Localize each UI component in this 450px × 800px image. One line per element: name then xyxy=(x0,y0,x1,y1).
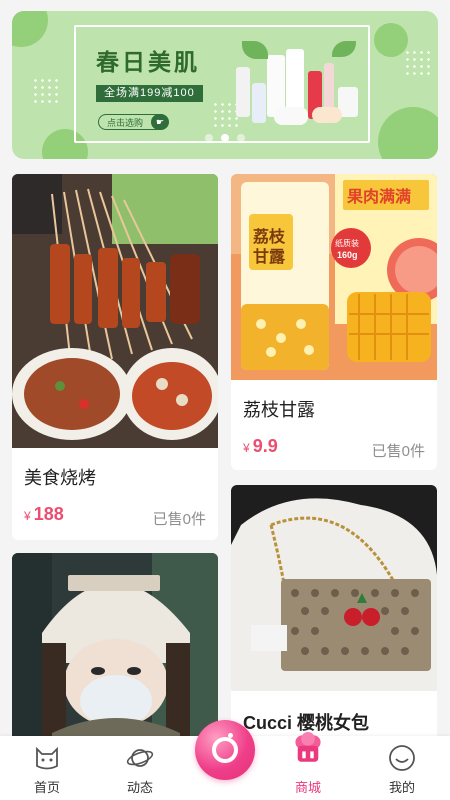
product-image-bbq xyxy=(12,174,218,448)
svg-text:纸质装: 纸质装 xyxy=(335,238,359,248)
banner-promo-text: 全场满199减100 xyxy=(96,85,203,102)
product-image-lychee: 荔枝 甘露 纸质装 160g 果肉满满 xyxy=(231,174,437,380)
pager-dot-active xyxy=(221,134,229,142)
smile-icon xyxy=(389,745,415,771)
sold-count: 已售0件 xyxy=(152,511,206,528)
pointing-hand-icon: ☛ xyxy=(151,114,169,130)
product-name: 美食烧烤 xyxy=(24,468,96,488)
shop-icon xyxy=(295,732,321,762)
price-value: 188 xyxy=(33,504,64,524)
svg-text:果肉满满: 果肉满满 xyxy=(346,187,411,206)
product-card-bbq[interactable]: 美食烧烤 ¥188 已售0件 xyxy=(12,174,218,540)
product-price: ¥9.9 xyxy=(243,436,278,457)
camera-post-button[interactable] xyxy=(195,720,255,780)
product-card-selfie[interactable] xyxy=(12,553,218,743)
svg-text:甘露: 甘露 xyxy=(253,248,286,266)
banner-cta-button[interactable]: 点击选购 ☛ xyxy=(98,114,169,130)
camera-dot xyxy=(228,733,233,738)
pager-dot xyxy=(237,134,245,142)
promo-banner[interactable]: 春日美肌 全场满199减100 点击选购 ☛ xyxy=(12,11,438,159)
banner-title: 春日美肌 xyxy=(96,49,200,75)
currency-symbol: ¥ xyxy=(243,441,250,455)
svg-text:荔枝: 荔枝 xyxy=(252,227,286,246)
product-image-selfie xyxy=(12,553,218,743)
product-image-bag xyxy=(231,485,437,691)
product-card-lychee[interactable]: 荔枝 甘露 纸质装 160g 果肉满满 荔枝甘露 ¥9.9 已售0件 xyxy=(231,174,437,470)
product-card-bag[interactable]: Cucci 樱桃女包 xyxy=(231,485,437,743)
sold-count: 已售0件 xyxy=(371,443,425,460)
svg-text:160g: 160g xyxy=(337,250,358,260)
camera-icon xyxy=(212,737,238,763)
planet-icon xyxy=(126,749,154,767)
pager-dot xyxy=(205,134,213,142)
tab-label: 动态 xyxy=(126,780,153,795)
home-cat-icon xyxy=(36,746,58,770)
price-value: 9.9 xyxy=(252,436,278,456)
currency-symbol: ¥ xyxy=(24,509,31,523)
product-price: ¥188 xyxy=(24,504,64,525)
banner-cta-label: 点击选购 xyxy=(107,118,144,128)
banner-pager xyxy=(12,129,438,147)
product-name: 荔枝甘露 xyxy=(243,400,315,420)
tab-label: 我的 xyxy=(388,780,415,795)
tab-label: 商城 xyxy=(294,780,321,795)
tab-label: 首页 xyxy=(33,780,60,795)
